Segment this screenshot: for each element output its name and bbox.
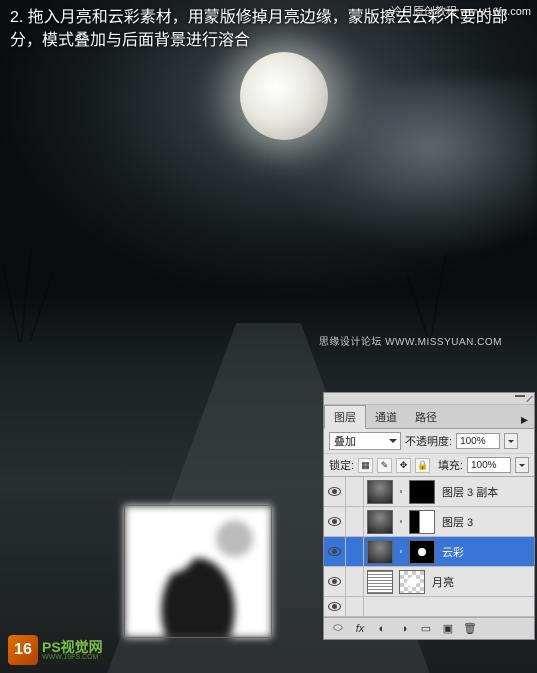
link-cell[interactable] bbox=[346, 507, 364, 536]
visibility-toggle[interactable] bbox=[324, 567, 346, 596]
layer-row[interactable]: ⬞ 云彩 bbox=[324, 537, 534, 567]
layer-thumb[interactable] bbox=[367, 480, 393, 504]
link-cell[interactable] bbox=[346, 477, 364, 506]
link-cell[interactable] bbox=[346, 597, 364, 616]
lock-paint-icon[interactable]: ✎ bbox=[377, 458, 392, 473]
tab-channels[interactable]: 通道 bbox=[366, 406, 406, 428]
layer-thumb[interactable] bbox=[367, 540, 393, 564]
delete-layer-icon[interactable]: 🗑 bbox=[462, 622, 478, 636]
eye-icon bbox=[328, 487, 341, 496]
panel-menu-icon[interactable]: ▸ bbox=[515, 411, 534, 428]
new-layer-icon[interactable]: ▣ bbox=[440, 622, 456, 636]
visibility-toggle[interactable] bbox=[324, 537, 346, 566]
eye-icon bbox=[328, 602, 341, 611]
opacity-value[interactable]: 100% bbox=[456, 433, 500, 449]
eye-icon bbox=[328, 577, 341, 586]
eye-icon bbox=[328, 547, 341, 556]
lock-all-icon[interactable]: 🔒 bbox=[415, 458, 430, 473]
layer-name[interactable]: 图层 3 副本 bbox=[438, 484, 498, 500]
blend-mode-select[interactable]: 叠加 bbox=[329, 432, 401, 450]
close-icon[interactable] bbox=[526, 396, 532, 402]
layers-list: ⬞ 图层 3 副本 ⬞ 图层 3 ⬞ 云彩 月亮 bbox=[324, 477, 534, 617]
layer-row[interactable] bbox=[324, 597, 534, 617]
fill-arrow-icon[interactable] bbox=[515, 457, 529, 473]
site-logo: 16 PS视觉网 WWW.16FS.COM bbox=[8, 635, 103, 665]
layer-row[interactable]: ⬞ 图层 3 副本 bbox=[324, 477, 534, 507]
logo-badge: 16 bbox=[8, 635, 38, 665]
minimize-icon[interactable] bbox=[515, 395, 525, 397]
moon bbox=[240, 52, 328, 140]
layer-fx-icon[interactable]: fx bbox=[352, 622, 368, 636]
layer-name[interactable]: 月亮 bbox=[428, 574, 454, 590]
mask-thumb[interactable] bbox=[409, 480, 435, 504]
adjustment-layer-icon[interactable]: ◑ bbox=[396, 622, 412, 636]
tab-paths[interactable]: 路径 bbox=[406, 406, 446, 428]
panel-tabs: 图层 通道 路径 ▸ bbox=[324, 405, 534, 429]
blend-row: 叠加 不透明度: 100% bbox=[324, 429, 534, 454]
layer-thumb[interactable] bbox=[367, 570, 393, 594]
layer-name[interactable]: 图层 3 bbox=[438, 514, 473, 530]
layer-thumb[interactable] bbox=[367, 510, 393, 534]
instruction-text: 2. 拖入月亮和云彩素材，用蒙版修掉月亮边缘，蒙版擦去云彩不要的部分，模式叠加与… bbox=[10, 6, 527, 52]
tree-right bbox=[407, 243, 477, 343]
lock-row: 锁定: ▦ ✎ ✥ 🔒 填充: 100% bbox=[324, 454, 534, 477]
eye-icon bbox=[328, 517, 341, 526]
mask-link-icon[interactable]: ⬞ bbox=[396, 516, 406, 527]
fill-label: 填充: bbox=[438, 457, 463, 473]
mask-thumb[interactable] bbox=[409, 510, 435, 534]
logo-title: PS视觉网 bbox=[42, 640, 103, 654]
visibility-toggle[interactable] bbox=[324, 507, 346, 536]
tab-layers[interactable]: 图层 bbox=[324, 405, 366, 429]
tree-left bbox=[0, 243, 70, 343]
visibility-toggle[interactable] bbox=[324, 597, 346, 616]
watermark: 思缘设计论坛 WWW.MISSYUAN.COM bbox=[319, 333, 502, 348]
mask-link-icon[interactable]: ⬞ bbox=[396, 486, 406, 497]
lock-transparency-icon[interactable]: ▦ bbox=[358, 458, 373, 473]
new-group-icon[interactable]: ▭ bbox=[418, 622, 434, 636]
opacity-label: 不透明度: bbox=[405, 433, 452, 449]
layers-panel: 图层 通道 路径 ▸ 叠加 不透明度: 100% 锁定: ▦ ✎ ✥ 🔒 填充:… bbox=[323, 392, 535, 640]
logo-url: WWW.16FS.COM bbox=[42, 654, 103, 661]
layer-name[interactable]: 云彩 bbox=[438, 544, 464, 560]
link-cell[interactable] bbox=[346, 567, 364, 596]
layer-thumb-2[interactable] bbox=[399, 570, 425, 594]
lock-label: 锁定: bbox=[329, 457, 354, 473]
mask-thumb[interactable] bbox=[409, 540, 435, 564]
layer-row[interactable]: ⬞ 图层 3 bbox=[324, 507, 534, 537]
link-layers-icon[interactable]: ⬭ bbox=[330, 622, 346, 636]
mask-preview bbox=[124, 505, 272, 638]
add-mask-icon[interactable]: ◐ bbox=[374, 622, 390, 636]
mask-link-icon[interactable]: ⬞ bbox=[396, 546, 406, 557]
lock-move-icon[interactable]: ✥ bbox=[396, 458, 411, 473]
panel-bottom-bar: ⬭ fx ◐ ◑ ▭ ▣ 🗑 bbox=[324, 617, 534, 639]
layer-row[interactable]: 月亮 bbox=[324, 567, 534, 597]
link-cell[interactable] bbox=[346, 537, 364, 566]
visibility-toggle[interactable] bbox=[324, 477, 346, 506]
opacity-arrow-icon[interactable] bbox=[504, 433, 518, 449]
panel-controls bbox=[324, 393, 534, 405]
fill-value[interactable]: 100% bbox=[467, 457, 511, 473]
